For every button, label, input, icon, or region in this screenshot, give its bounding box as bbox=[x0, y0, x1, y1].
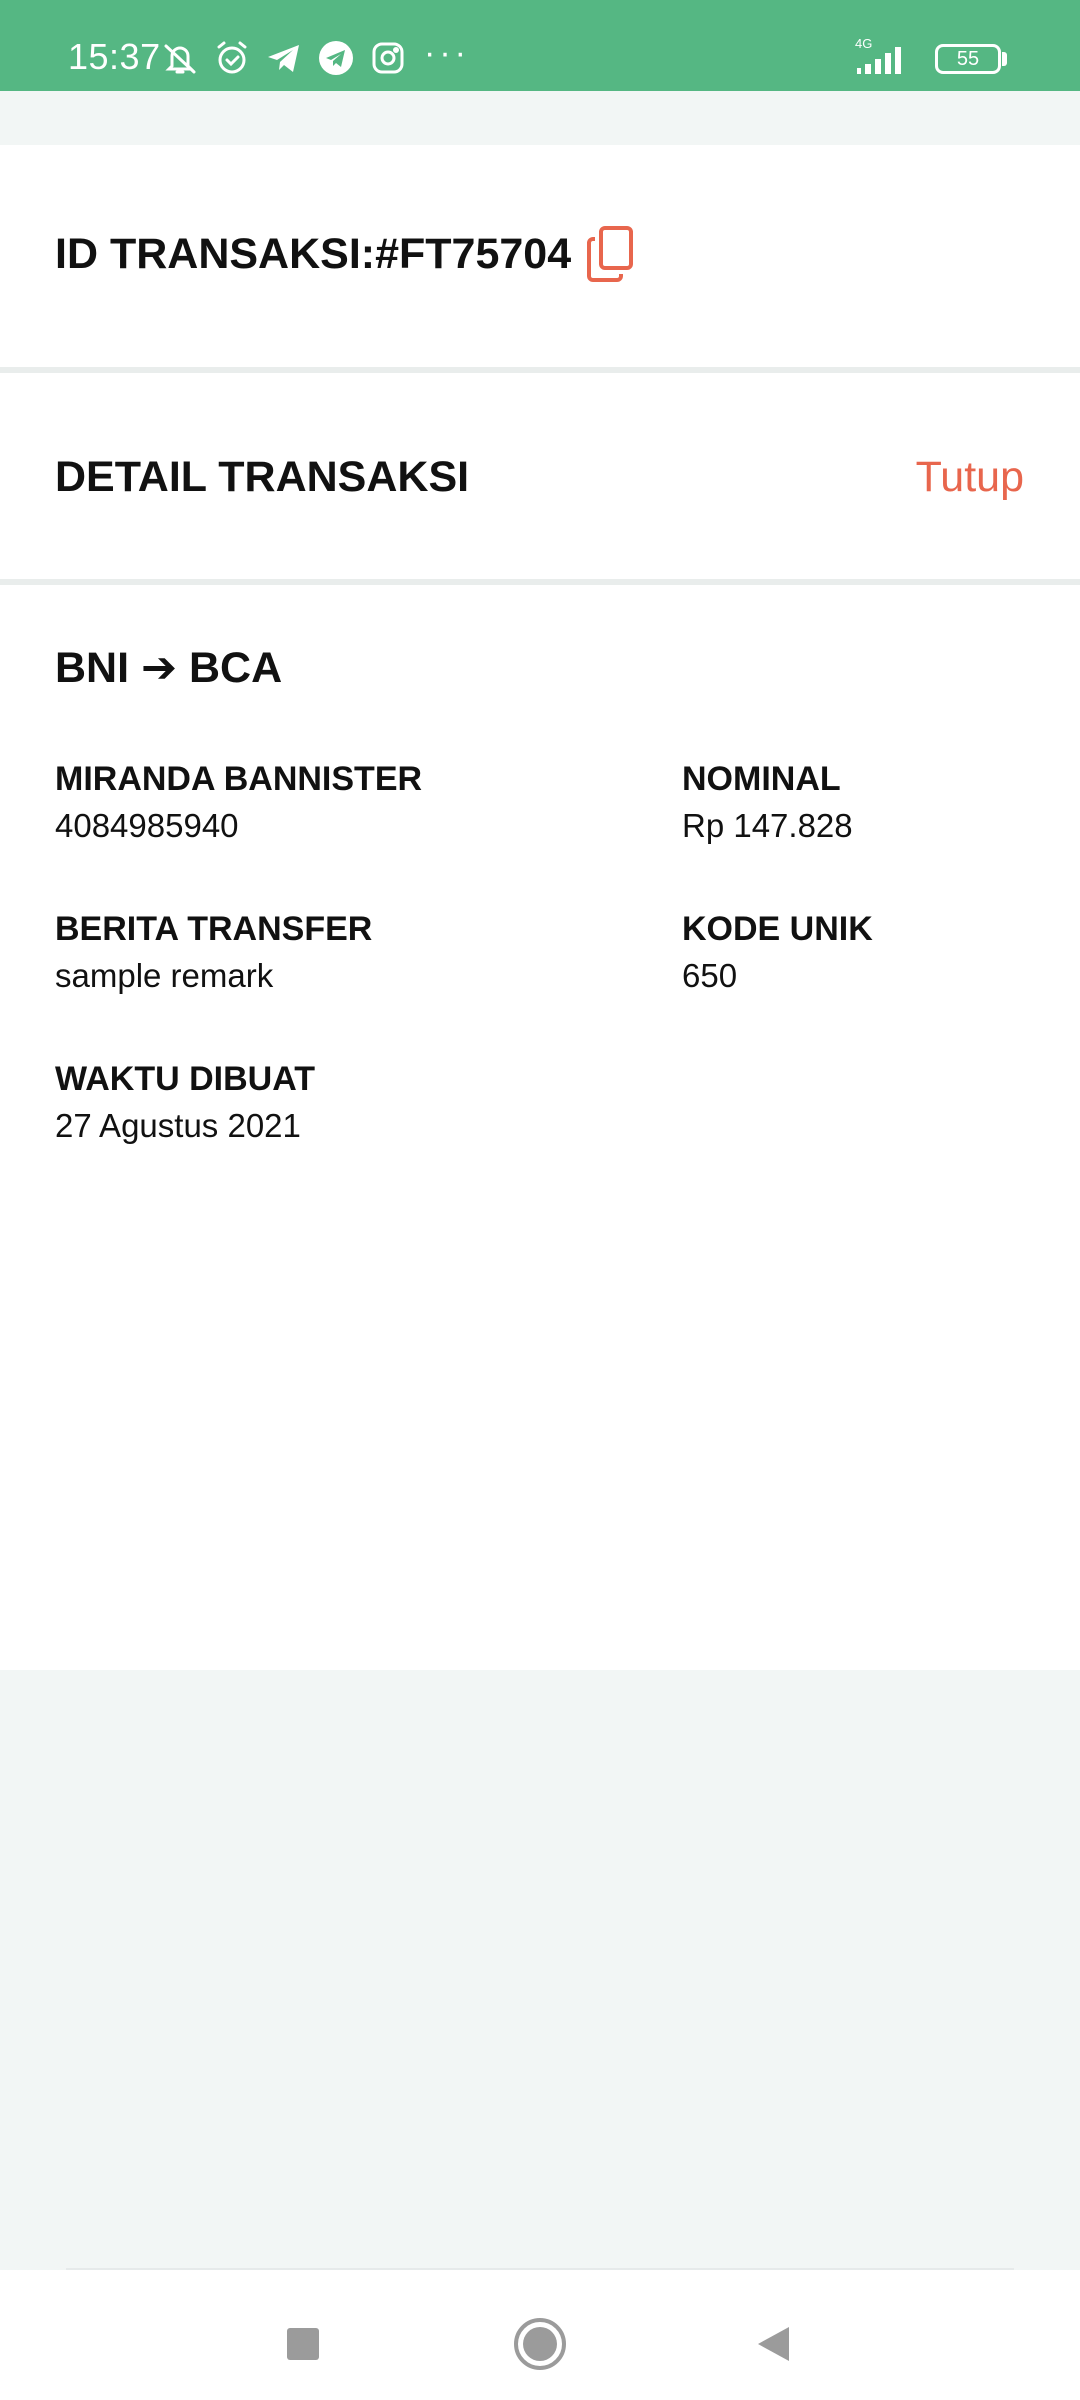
back-button[interactable] bbox=[744, 2314, 804, 2374]
alarm-icon bbox=[212, 38, 252, 78]
home-circle-icon bbox=[514, 2318, 566, 2370]
notification-icons bbox=[160, 38, 408, 78]
transaction-id: ID TRANSAKSI:#FT75704 bbox=[55, 230, 572, 278]
bell-off-icon bbox=[160, 38, 200, 78]
instagram-icon bbox=[368, 38, 408, 78]
bank-route: BNI ➔ BCA bbox=[55, 644, 283, 692]
unique-code-label: KODE UNIK bbox=[682, 910, 873, 948]
battery-icon: 55 bbox=[935, 44, 1001, 74]
transaction-id-section: ID TRANSAKSI:#FT75704 bbox=[0, 145, 1080, 367]
home-button[interactable] bbox=[510, 2314, 570, 2374]
status-time: 15:37 bbox=[68, 36, 161, 77]
remark-value: sample remark bbox=[55, 957, 274, 994]
battery-level: 55 bbox=[956, 48, 980, 70]
detail-header: DETAIL TRANSAKSI Tutup bbox=[0, 373, 1080, 579]
copy-icon[interactable] bbox=[586, 225, 636, 283]
nominal-label: NOMINAL bbox=[682, 760, 841, 798]
page-title: DETAIL TRANSAKSI bbox=[55, 453, 470, 501]
telegram-circle-icon bbox=[316, 38, 356, 78]
remark-label: BERITA TRANSFER bbox=[55, 910, 373, 948]
square-icon bbox=[287, 2328, 319, 2360]
telegram-icon bbox=[264, 38, 304, 78]
system-nav-bar bbox=[0, 2270, 1080, 2400]
close-button[interactable]: Tutup bbox=[916, 453, 1024, 502]
transaction-detail: BNI ➔ BCA MIRANDA BANNISTER 4084985940 N… bbox=[0, 585, 1080, 1670]
created-value: 27 Agustus 2021 bbox=[55, 1107, 301, 1144]
created-label: WAKTU DIBUAT bbox=[55, 1060, 315, 1098]
recent-apps-button[interactable] bbox=[273, 2314, 333, 2374]
nominal-value: Rp 147.828 bbox=[682, 807, 853, 844]
battery-tip bbox=[1002, 52, 1007, 66]
status-bar: 15:37 ··· 4G 55 bbox=[0, 0, 1080, 91]
more-notifications-icon: ··· bbox=[424, 34, 470, 72]
back-triangle-icon bbox=[758, 2327, 789, 2361]
unique-code-value: 650 bbox=[682, 957, 738, 994]
recipient-name: MIRANDA BANNISTER bbox=[55, 760, 423, 798]
account-number: 4084985940 bbox=[55, 807, 239, 844]
